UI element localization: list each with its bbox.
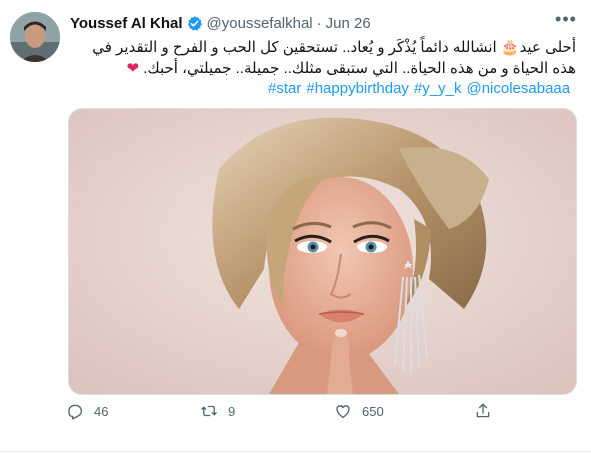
tweet[interactable]: Youssef Al Khal @youssefalkhal · Jun 26 … [0,0,591,453]
author-name[interactable]: Youssef Al Khal [70,15,183,32]
reply-icon [68,404,83,420]
share-icon [476,403,490,418]
tweet-text: أحلى عيد🎂 انشالله دائماً يُذْكَر و يُعاد… [70,38,576,79]
heart-emoji: ❤ [126,59,140,77]
reply-count: 46 [94,403,109,419]
hashtag-happybirthday[interactable]: #happybirthday [306,80,409,97]
hashtag-star[interactable]: #star [268,80,301,97]
like-icon [336,405,350,419]
hashtag-y-y-k[interactable]: #y_y_k [414,80,462,97]
tweet-text-line-2: هذه الحياة و من هذه الحياة.. التي ستبقى … [70,58,576,79]
tweet-photo[interactable] [68,108,577,395]
header-separator: · [316,14,322,32]
more-options-icon[interactable]: ••• [553,10,579,34]
like-count: 650 [362,403,384,419]
tweet-text-line-1: أحلى عيد🎂 انشالله دائماً يُذْكَر و يُعاد… [92,39,576,56]
retweet-icon [201,405,217,417]
author-handle[interactable]: @youssefalkhal [207,15,313,32]
tweet-divider [0,451,591,452]
like-button[interactable]: 650 [334,402,384,420]
verified-badge-icon [187,15,202,31]
retweet-count: 9 [228,403,236,419]
tweet-date[interactable]: Jun 26 [326,15,371,32]
tweet-actions: 46 9 650 [66,402,506,428]
tweet-header: Youssef Al Khal @youssefalkhal · Jun 26 [70,12,371,34]
reply-button[interactable]: 46 [66,402,108,420]
portrait-photo [69,109,576,394]
author-avatar[interactable] [10,12,60,62]
tweet-text-line-2-text: هذه الحياة و من هذه الحياة.. التي ستبقى … [143,60,576,77]
hashtag-row: #star #happybirthday #y_y_k @nicolesabaaa [268,79,575,99]
share-button[interactable] [474,402,492,420]
retweet-button[interactable]: 9 [200,402,235,420]
mention-nicolesabaaa[interactable]: @nicolesabaaa [466,80,570,97]
avatar-image [10,12,60,62]
